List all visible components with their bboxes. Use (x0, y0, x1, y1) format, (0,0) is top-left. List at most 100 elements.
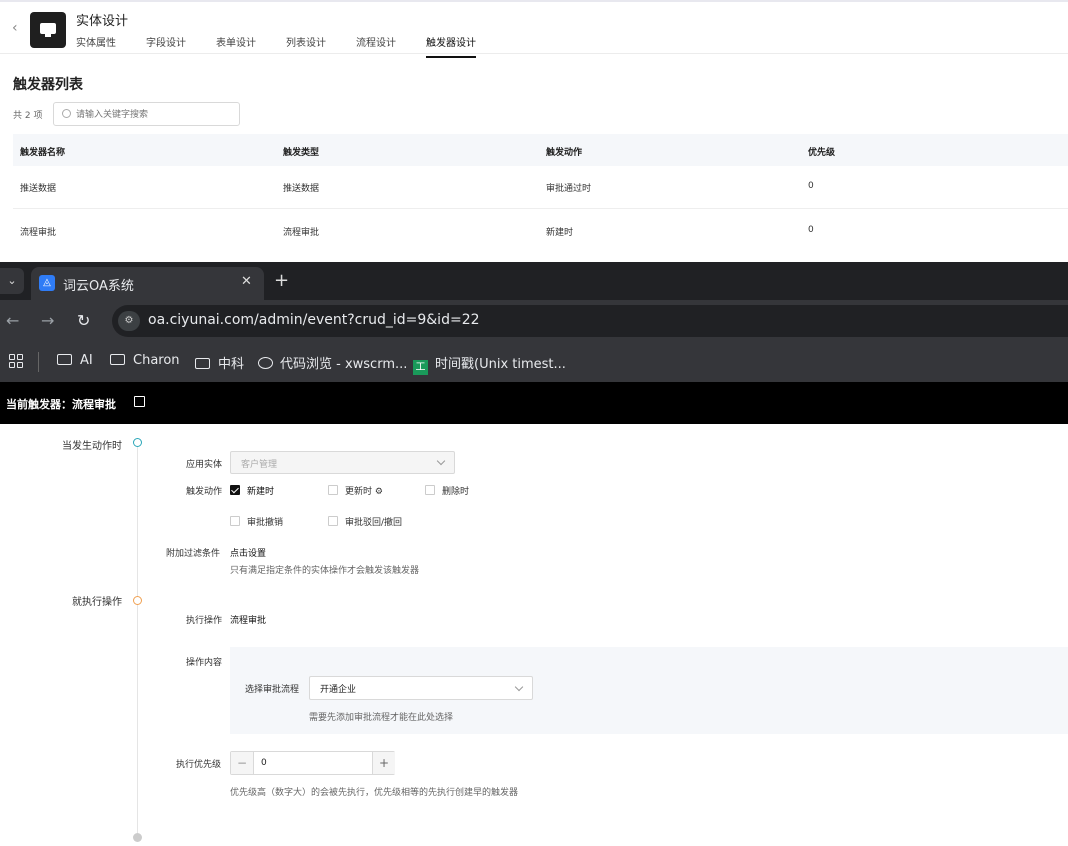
entity-value: 客户管理 (241, 460, 278, 470)
code-browse-icon (258, 357, 273, 369)
flow-value: 开通企业 (320, 685, 357, 695)
priority-value[interactable]: 0 (261, 758, 267, 768)
bookmark-label: 代码浏览 - xwscrm... (280, 357, 408, 372)
checkbox-delete[interactable] (425, 485, 435, 495)
step1-label: 当发生动作时 (62, 441, 122, 452)
item-count: 共 2 项 (13, 111, 43, 121)
cell-priority: 0 (808, 225, 814, 235)
cell-action: 新建时 (546, 228, 574, 238)
priority-label: 执行优先级 (176, 760, 222, 770)
forward-arrow-icon[interactable]: → (41, 311, 54, 330)
tab-list-design[interactable]: 列表设计 (286, 34, 326, 56)
col-priority: 优先级 (808, 148, 836, 158)
table-header: 触发器名称 触发类型 触发动作 优先级 (13, 134, 1068, 166)
cell-type: 推送数据 (283, 184, 320, 194)
bookmarks-bar: AI Charon 中科 代码浏览 - xwscrm... 工时间戳(Unix … (0, 342, 1068, 382)
bookmark-label: 时间戳(Unix timest... (435, 357, 566, 372)
timestamp-icon: 工 (413, 360, 428, 375)
checkbox-approval-reject[interactable] (328, 516, 338, 526)
tab-form-design[interactable]: 表单设计 (216, 34, 256, 56)
divider (38, 352, 39, 372)
bookmark-label: Charon (133, 353, 180, 368)
reload-icon[interactable]: ↻ (77, 311, 90, 330)
address-bar[interactable]: ⚙ oa.ciyunai.com/admin/event?crud_id=9&i… (112, 305, 1068, 337)
content-label: 操作内容 (186, 658, 223, 668)
checkbox-approval-reject-label: 审批驳回/撤回 (345, 518, 403, 528)
cell-type: 流程审批 (283, 228, 320, 238)
url-text[interactable]: oa.ciyunai.com/admin/event?crud_id=9&id=… (148, 312, 480, 328)
exec-value: 流程审批 (230, 616, 267, 626)
tab-field-design[interactable]: 字段设计 (146, 34, 186, 56)
filter-label: 附加过滤条件 (166, 549, 221, 559)
bookmark-zhongke[interactable]: 中科 (195, 353, 244, 372)
checkbox-update-label: 更新时 ⚙ (345, 487, 383, 497)
timeline-dot-exec (133, 596, 142, 605)
app-header: ‹ 实体设计 实体属性 字段设计 表单设计 列表设计 流程设计 触发器设计 (0, 0, 1068, 58)
editor-header: 当前触发器：流程审批 (0, 382, 1068, 424)
browser-tab[interactable]: ◬ 词云OA系统 ✕ (31, 267, 264, 300)
minus-icon[interactable]: − (231, 752, 254, 774)
flow-select[interactable]: 开通企业 (309, 676, 533, 700)
priority-stepper[interactable]: − 0 + (230, 751, 395, 775)
search-icon (62, 109, 71, 118)
filter-set-link[interactable]: 点击设置 (230, 546, 266, 559)
timeline-dot-start (133, 438, 142, 447)
tab-entity-props[interactable]: 实体属性 (76, 34, 116, 56)
tab-flow-design[interactable]: 流程设计 (356, 34, 396, 56)
close-icon[interactable]: ✕ (241, 274, 252, 289)
tab-search-chevron-icon[interactable]: ⌄ (0, 268, 24, 294)
flow-hint: 需要先添加审批流程才能在此处选择 (309, 713, 454, 723)
cell-name: 流程审批 (20, 228, 57, 238)
browser-toolbar: ← → ↻ ⚙ oa.ciyunai.com/admin/event?crud_… (0, 300, 1068, 342)
tab-trigger-design[interactable]: 触发器设计 (426, 34, 476, 58)
page-title: 实体设计 (76, 14, 129, 29)
editor-title: 当前触发器：流程审批 (6, 398, 116, 411)
checkbox-approval-revoke[interactable] (230, 516, 240, 526)
action-label: 触发动作 (186, 487, 223, 497)
flow-label: 选择审批流程 (245, 685, 300, 695)
plus-icon[interactable]: + (372, 752, 395, 774)
edit-icon[interactable] (134, 396, 145, 407)
checkbox-approval-revoke-label: 审批撤销 (247, 518, 284, 528)
cell-name: 推送数据 (20, 184, 57, 194)
browser-tabstrip: ⌄ ◬ 词云OA系统 ✕ + (0, 262, 1068, 300)
col-action: 触发动作 (546, 148, 583, 158)
bookmark-label: AI (80, 353, 93, 368)
search-box[interactable] (53, 102, 240, 126)
cell-priority: 0 (808, 181, 814, 191)
timeline-dot-end (133, 833, 142, 842)
filter-hint: 只有满足指定条件的实体操作才会触发该触发器 (230, 566, 420, 576)
checkbox-create-label: 新建时 (247, 487, 275, 497)
entity-label: 应用实体 (186, 460, 223, 470)
checkbox-create[interactable] (230, 485, 240, 495)
folder-icon (195, 358, 210, 369)
browser-tab-title: 词云OA系统 (63, 279, 134, 294)
chevron-down-icon (436, 456, 446, 466)
col-name: 触发器名称 (20, 148, 66, 158)
site-info-icon[interactable]: ⚙ (118, 311, 140, 331)
priority-hint: 优先级高（数字大）的会被先执行，优先级相等的先执行创建早的触发器 (230, 788, 519, 798)
back-arrow-icon[interactable]: ← (6, 311, 19, 330)
apps-grid-icon[interactable] (9, 354, 23, 368)
entity-select[interactable]: 客户管理 (230, 451, 455, 474)
checkbox-delete-label: 删除时 (442, 487, 470, 497)
trigger-list-heading: 触发器列表 (13, 77, 83, 93)
bookmark-charon[interactable]: Charon (110, 353, 180, 368)
new-tab-plus-icon[interactable]: + (274, 270, 289, 291)
chevron-down-icon (514, 682, 524, 692)
entity-logo-icon (30, 12, 66, 48)
col-type: 触发类型 (283, 148, 320, 158)
exec-label: 执行操作 (186, 616, 223, 626)
checkbox-update[interactable] (328, 485, 338, 495)
bookmark-label: 中科 (218, 357, 245, 372)
back-chevron-icon[interactable]: ‹ (12, 20, 18, 36)
table-row[interactable]: 推送数据 推送数据 审批通过时 0 (13, 166, 1068, 209)
folder-icon (57, 354, 72, 365)
table-row[interactable]: 流程审批 流程审批 新建时 0 (13, 210, 1068, 260)
timeline-line (137, 447, 138, 833)
cell-action: 审批通过时 (546, 184, 592, 194)
search-input[interactable] (76, 107, 236, 122)
bookmark-code-browse[interactable]: 代码浏览 - xwscrm... (258, 353, 407, 372)
bookmark-timestamp[interactable]: 工时间戳(Unix timest... (413, 353, 566, 375)
bookmark-ai[interactable]: AI (57, 353, 93, 368)
